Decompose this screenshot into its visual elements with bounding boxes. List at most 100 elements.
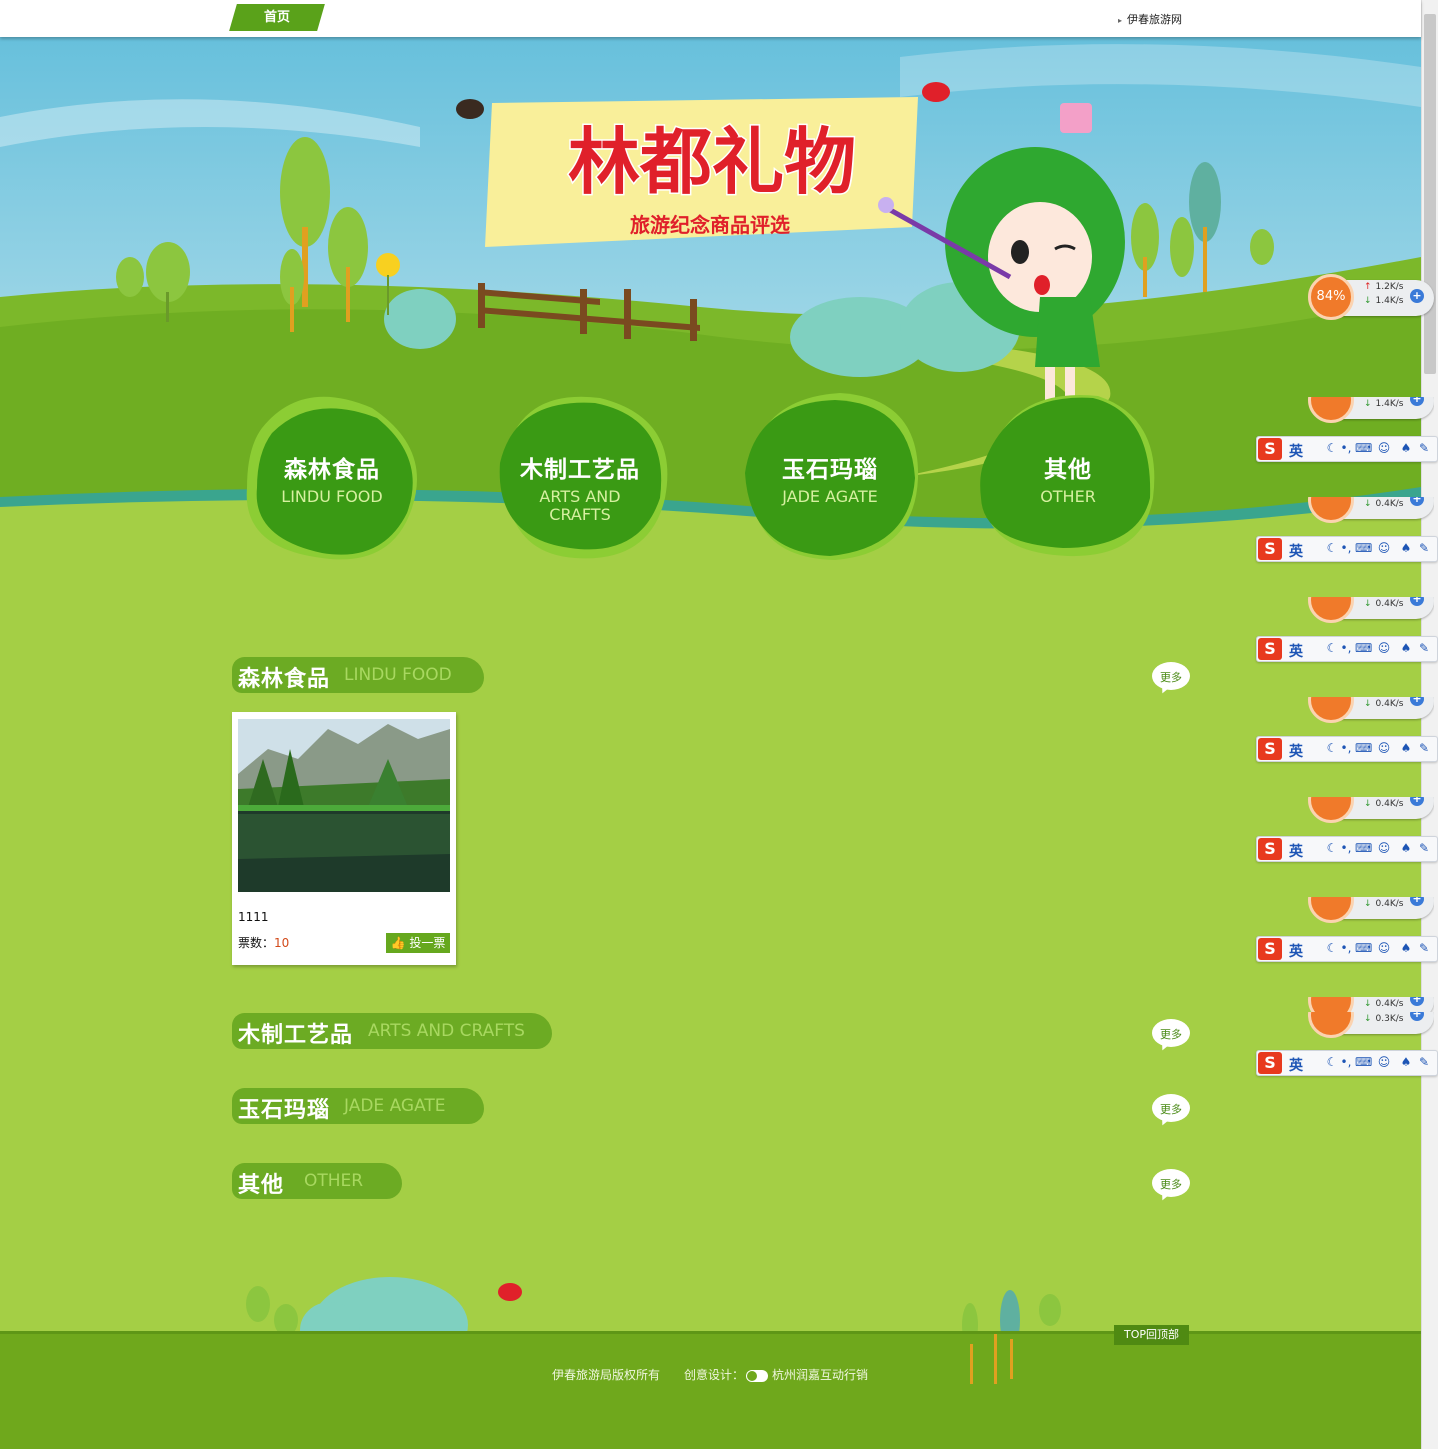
download-speed: ↓ 0.4K/s xyxy=(1364,599,1403,609)
wrench-icon[interactable]: ✎ xyxy=(1417,941,1431,955)
sogou-logo-icon[interactable]: S xyxy=(1258,738,1282,760)
moon-icon[interactable]: ☾ xyxy=(1325,941,1339,955)
ime-toolbar[interactable]: S 英 ☾ •, ⌨ ☺ ♠ ✎ xyxy=(1256,736,1438,762)
keyboard-icon[interactable]: ⌨ xyxy=(1355,741,1372,755)
speed-percent-ball[interactable]: 84% xyxy=(1308,274,1354,320)
category-arts-crafts[interactable]: 木制工艺品 ARTS AND CRAFTS xyxy=(490,388,670,563)
user-icon[interactable]: ☺ xyxy=(1377,841,1391,855)
shirt-icon[interactable]: ♠ xyxy=(1399,1055,1413,1069)
user-icon[interactable]: ☺ xyxy=(1377,941,1391,955)
moon-icon[interactable]: ☾ xyxy=(1325,641,1339,655)
ime-language-toggle[interactable]: 英 xyxy=(1289,541,1303,561)
punctuation-icon[interactable]: •, xyxy=(1339,941,1353,955)
network-speed-widget[interactable]: 84% ↑ 1.2K/s ↓ 1.4K/s + xyxy=(1308,274,1434,320)
more-button-lindu-food[interactable]: 更多 xyxy=(1152,662,1192,696)
category-en: JADE AGATE xyxy=(782,487,878,506)
ime-language-toggle[interactable]: 英 xyxy=(1289,941,1303,961)
user-icon[interactable]: ☺ xyxy=(1377,641,1391,655)
sogou-logo-icon[interactable]: S xyxy=(1258,1052,1282,1074)
punctuation-icon[interactable]: •, xyxy=(1339,741,1353,755)
category-lindu-food[interactable]: 森林食品 LINDU FOOD xyxy=(242,388,422,563)
ime-toolbar[interactable]: S 英 ☾ •, ⌨ ☺ ♠ ✎ xyxy=(1256,936,1438,962)
more-button-jade-agate[interactable]: 更多 xyxy=(1152,1094,1192,1128)
home-tab[interactable]: 首页 xyxy=(229,4,325,31)
moon-icon[interactable]: ☾ xyxy=(1325,441,1339,455)
ime-toolbar[interactable]: S 英 ☾ •, ⌨ ☺ ♠ ✎ xyxy=(1256,436,1438,462)
punctuation-icon[interactable]: •, xyxy=(1339,841,1353,855)
network-speed-widget-echo: ↓ 0.4K/s + xyxy=(1308,797,1434,823)
moon-icon[interactable]: ☾ xyxy=(1325,841,1339,855)
category-other[interactable]: 其他 OTHER xyxy=(978,388,1158,563)
banner-title: 林都礼物 xyxy=(568,120,856,204)
page-scrollbar[interactable] xyxy=(1421,0,1438,1449)
more-button-arts-crafts[interactable]: 更多 xyxy=(1152,1019,1192,1053)
keyboard-icon[interactable]: ⌨ xyxy=(1355,541,1372,555)
user-icon[interactable]: ☺ xyxy=(1377,441,1391,455)
keyboard-icon[interactable]: ⌨ xyxy=(1355,441,1372,455)
vote-button[interactable]: 👍 投一票 xyxy=(386,933,450,953)
punctuation-icon[interactable]: •, xyxy=(1339,541,1353,555)
keyboard-icon[interactable]: ⌨ xyxy=(1355,641,1372,655)
shirt-icon[interactable]: ♠ xyxy=(1399,541,1413,555)
site-link[interactable]: 伊春旅游网 xyxy=(1118,11,1182,27)
download-speed-value: 0.4K/s xyxy=(1375,599,1404,609)
category-jade-agate[interactable]: 玉石玛瑙 JADE AGATE xyxy=(740,388,920,563)
arrow-down-icon: ↓ xyxy=(1364,899,1372,909)
keyboard-icon[interactable]: ⌨ xyxy=(1355,1055,1372,1069)
sogou-logo-icon[interactable]: S xyxy=(1258,638,1282,660)
punctuation-icon[interactable]: •, xyxy=(1339,441,1353,455)
design-company-link[interactable]: 杭州润嘉互动行销 xyxy=(772,1368,868,1382)
product-card[interactable]: 1111 票数：10 👍 投一票 xyxy=(232,712,456,965)
sogou-logo-icon[interactable]: S xyxy=(1258,438,1282,460)
shirt-icon[interactable]: ♠ xyxy=(1399,841,1413,855)
keyboard-icon[interactable]: ⌨ xyxy=(1355,841,1372,855)
wrench-icon[interactable]: ✎ xyxy=(1417,1055,1431,1069)
punctuation-icon[interactable]: •, xyxy=(1339,641,1353,655)
section-header-jade-agate: 玉石玛瑙 JADE AGATE xyxy=(232,1088,484,1124)
back-to-top-button[interactable]: TOP回顶部 xyxy=(1114,1325,1189,1345)
ime-language-toggle[interactable]: 英 xyxy=(1289,1055,1303,1075)
sogou-logo-icon[interactable]: S xyxy=(1258,838,1282,860)
moon-icon[interactable]: ☾ xyxy=(1325,541,1339,555)
ime-toolbar[interactable]: S 英 ☾ •, ⌨ ☺ ♠ ✎ xyxy=(1256,836,1438,862)
design-credit: 创意设计： 杭州润嘉互动行销 xyxy=(684,1366,868,1383)
moon-icon[interactable]: ☾ xyxy=(1325,1055,1339,1069)
shirt-icon[interactable]: ♠ xyxy=(1399,741,1413,755)
more-button-other[interactable]: 更多 xyxy=(1152,1169,1192,1203)
shirt-icon[interactable]: ♠ xyxy=(1399,441,1413,455)
keyboard-icon[interactable]: ⌨ xyxy=(1355,941,1372,955)
wrench-icon[interactable]: ✎ xyxy=(1417,541,1431,555)
sogou-logo-icon[interactable]: S xyxy=(1258,938,1282,960)
vote-count-value: 10 xyxy=(274,936,290,950)
sogou-logo-icon[interactable]: S xyxy=(1258,538,1282,560)
ime-toolbar[interactable]: S 英 ☾ •, ⌨ ☺ ♠ ✎ xyxy=(1256,636,1438,662)
user-icon[interactable]: ☺ xyxy=(1377,541,1391,555)
ime-language-toggle[interactable]: 英 xyxy=(1289,441,1303,461)
punctuation-icon[interactable]: •, xyxy=(1339,1055,1353,1069)
ime-toolbar[interactable]: S 英 ☾ •, ⌨ ☺ ♠ ✎ xyxy=(1256,1050,1438,1076)
wrench-icon[interactable]: ✎ xyxy=(1417,741,1431,755)
toggle-icon xyxy=(746,1369,769,1382)
download-speed-value: 0.4K/s xyxy=(1375,999,1404,1009)
ime-toolbar[interactable]: S 英 ☾ •, ⌨ ☺ ♠ ✎ xyxy=(1256,536,1438,562)
download-speed: ↓ 0.4K/s xyxy=(1364,899,1403,909)
user-icon[interactable]: ☺ xyxy=(1377,1055,1391,1069)
arrow-down-icon: ↓ xyxy=(1364,296,1372,306)
scroll-thumb[interactable] xyxy=(1424,14,1436,374)
speed-percent-ball xyxy=(1308,397,1354,423)
shirt-icon[interactable]: ♠ xyxy=(1399,941,1413,955)
wrench-icon[interactable]: ✎ xyxy=(1417,841,1431,855)
shirt-icon[interactable]: ♠ xyxy=(1399,641,1413,655)
product-image[interactable] xyxy=(238,719,450,892)
wrench-icon[interactable]: ✎ xyxy=(1417,641,1431,655)
speed-percent-ball xyxy=(1308,897,1354,923)
ime-language-toggle[interactable]: 英 xyxy=(1289,841,1303,861)
ime-language-toggle[interactable]: 英 xyxy=(1289,641,1303,661)
wrench-icon[interactable]: ✎ xyxy=(1417,441,1431,455)
plus-icon[interactable]: + xyxy=(1410,289,1424,303)
network-speed-widget: ↓ 0.4K/s + xyxy=(1308,597,1434,623)
home-tab-label: 首页 xyxy=(263,10,290,25)
moon-icon[interactable]: ☾ xyxy=(1325,741,1339,755)
user-icon[interactable]: ☺ xyxy=(1377,741,1391,755)
ime-language-toggle[interactable]: 英 xyxy=(1289,741,1303,761)
